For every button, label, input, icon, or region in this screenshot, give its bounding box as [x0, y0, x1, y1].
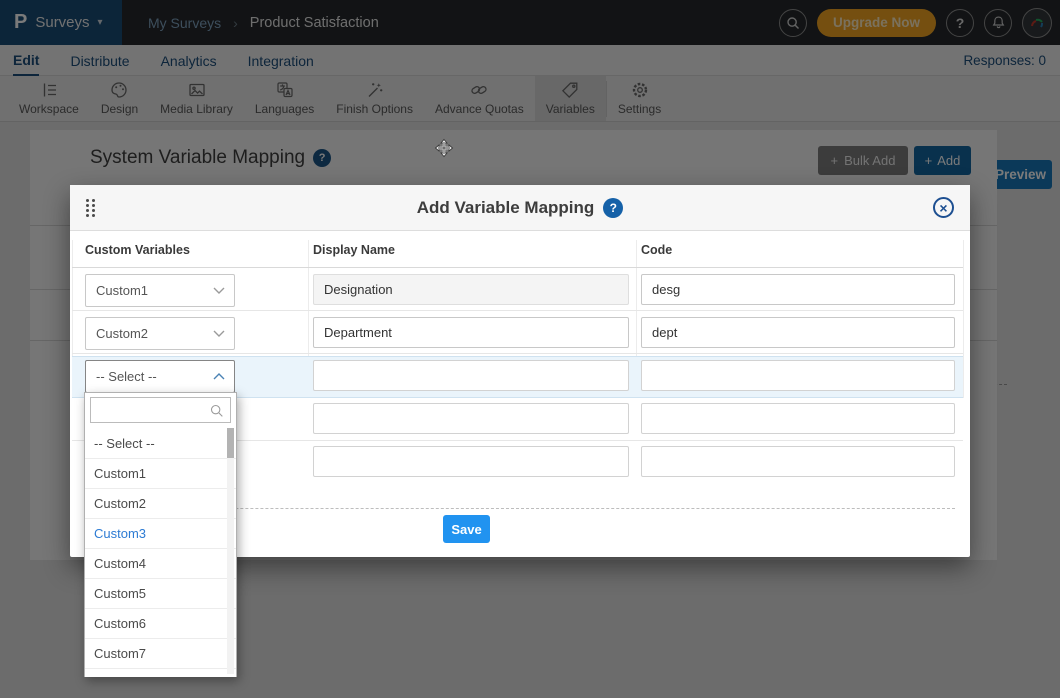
dropdown-option[interactable]: Custom7	[85, 638, 236, 668]
display-name-input-row3[interactable]	[313, 360, 629, 391]
dropdown-scrollbar[interactable]	[227, 428, 234, 674]
display-name-input-row4[interactable]	[313, 403, 629, 434]
chevron-up-icon	[213, 373, 225, 380]
dropdown-scrollbar-thumb[interactable]	[227, 428, 234, 458]
search-icon	[209, 403, 224, 418]
dropdown-option[interactable]: Custom1	[85, 458, 236, 488]
chevron-down-icon	[213, 330, 225, 337]
display-name-input-row5[interactable]	[313, 446, 629, 477]
save-button[interactable]: Save	[443, 515, 490, 543]
dropdown-search-input[interactable]	[91, 403, 209, 417]
dropdown-option[interactable]: Custom5	[85, 578, 236, 608]
display-name-input-row2[interactable]	[313, 317, 629, 348]
code-input-row3[interactable]	[641, 360, 955, 391]
code-input-row5[interactable]	[641, 446, 955, 477]
close-icon[interactable]: ×	[933, 197, 954, 218]
drag-dots-icon	[86, 199, 89, 202]
dropdown-option[interactable]: Custom2	[85, 488, 236, 518]
dropdown-option[interactable]: Custom6	[85, 608, 236, 638]
chevron-down-icon	[213, 287, 225, 294]
code-input-row2[interactable]	[641, 317, 955, 348]
code-input-row4[interactable]	[641, 403, 955, 434]
dropdown-options-list: -- Select -- Custom1 Custom2 Custom3 Cus…	[85, 428, 236, 677]
dropdown-option[interactable]: -- Select --	[85, 428, 236, 458]
dropdown-option[interactable]: Custom3	[85, 518, 236, 548]
modal-title: Add Variable Mapping	[417, 198, 595, 218]
display-name-input-row1[interactable]	[313, 274, 629, 305]
custom-variable-select-row2[interactable]: Custom2	[85, 317, 235, 350]
custom-variable-select-row1[interactable]: Custom1	[85, 274, 235, 307]
modal-help-icon[interactable]: ?	[603, 198, 623, 218]
dropdown-partial-option	[85, 668, 236, 677]
dropdown-search-box	[90, 397, 231, 423]
custom-variable-select-row3[interactable]: -- Select --	[85, 360, 235, 393]
column-header-display-name: Display Name	[313, 243, 395, 257]
custom-variable-dropdown: -- Select -- Custom1 Custom2 Custom3 Cus…	[84, 392, 237, 677]
drag-handle[interactable]	[85, 198, 97, 218]
column-header-custom-variables: Custom Variables	[85, 243, 190, 257]
column-header-code: Code	[641, 243, 672, 257]
dropdown-option[interactable]: Custom4	[85, 548, 236, 578]
modal-header: Add Variable Mapping ? ×	[70, 185, 970, 231]
code-input-row1[interactable]	[641, 274, 955, 305]
